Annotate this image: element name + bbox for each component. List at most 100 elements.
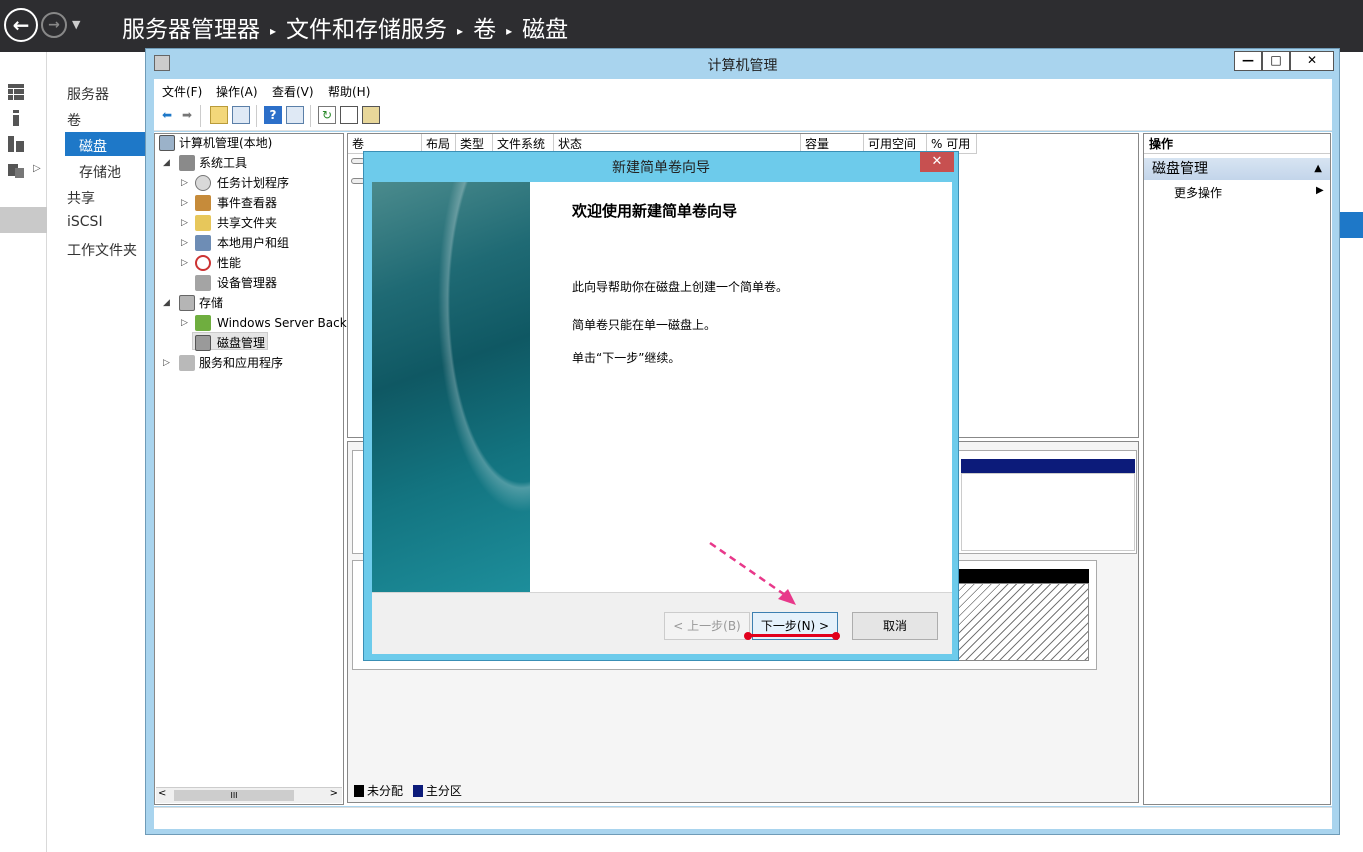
forward-icon[interactable]: ➡ bbox=[178, 106, 196, 124]
wizard-banner-image bbox=[372, 182, 530, 592]
sm-background-highlight bbox=[1338, 212, 1363, 238]
sm-icon-bar: ▷ bbox=[0, 52, 47, 852]
tree-label: 共享文件夹 bbox=[217, 216, 278, 230]
menu-bar: 文件(F) 操作(A) 查看(V) 帮助(H) bbox=[154, 79, 1332, 101]
breadcrumb-item[interactable]: 文件和存储服务 bbox=[286, 17, 447, 43]
nav-item-work-folders[interactable]: 工作文件夹 bbox=[67, 240, 137, 260]
event-log-icon bbox=[195, 195, 211, 211]
status-bar bbox=[154, 807, 1332, 829]
minimize-button[interactable]: — bbox=[1234, 51, 1262, 71]
wizard-close-button[interactable]: ✕ bbox=[920, 152, 954, 172]
annotation-dot bbox=[832, 632, 840, 640]
device-manager-icon bbox=[195, 275, 211, 291]
expand-arrow-icon[interactable]: ▷ bbox=[181, 174, 191, 192]
nav-item-servers[interactable]: 服务器 bbox=[67, 84, 109, 104]
up-folder-icon[interactable] bbox=[210, 106, 228, 124]
legend-unallocated: 未分配 bbox=[367, 784, 404, 798]
toolbar-separator bbox=[200, 105, 201, 127]
nav-item-storage-pools[interactable]: 存储池 bbox=[79, 162, 121, 182]
help-icon[interactable]: ? bbox=[264, 106, 282, 124]
tree-label: 任务计划程序 bbox=[217, 176, 290, 190]
cm-titlebar[interactable]: 计算机管理 — □ ✕ bbox=[146, 49, 1339, 77]
disk-legend: 未分配 主分区 bbox=[354, 782, 462, 799]
menu-view[interactable]: 查看(V) bbox=[272, 83, 314, 100]
nav-item-volumes[interactable]: 卷 bbox=[67, 110, 81, 130]
tree-label: 磁盘管理 bbox=[217, 336, 266, 350]
scroll-left-icon[interactable]: < bbox=[158, 788, 166, 799]
expand-arrow-icon[interactable]: ▷ bbox=[181, 254, 191, 272]
more-actions-label: 更多操作 bbox=[1174, 186, 1223, 200]
breadcrumb-item[interactable]: 磁盘 bbox=[522, 17, 568, 43]
wizard-title: 新建简单卷向导 bbox=[612, 160, 710, 176]
wizard-heading: 欢迎使用新建简单卷向导 bbox=[572, 202, 738, 220]
wizard-description: 此向导帮助你在磁盘上创建一个简单卷。 bbox=[572, 280, 789, 294]
properties-icon[interactable] bbox=[340, 106, 358, 124]
dashboard-icon[interactable] bbox=[8, 84, 24, 100]
sm-nav-pane: 服务器 卷 磁盘 存储池 共享 iSCSI 工作文件夹 bbox=[47, 52, 195, 852]
wizard-note: 简单卷只能在单一磁盘上。 bbox=[572, 318, 717, 332]
expand-arrow-icon[interactable]: ▷ bbox=[181, 234, 191, 252]
unallocated-swatch bbox=[354, 785, 364, 797]
show-hide-tree-icon[interactable] bbox=[232, 106, 250, 124]
all-servers-icon[interactable] bbox=[8, 136, 24, 152]
partition-block[interactable] bbox=[961, 473, 1135, 551]
expand-arrow-icon[interactable]: ▷ bbox=[181, 314, 191, 332]
expand-arrow-icon[interactable]: ▷ bbox=[163, 354, 173, 372]
settings-icon[interactable] bbox=[362, 106, 380, 124]
scroll-right-icon[interactable]: > bbox=[330, 788, 338, 799]
primary-swatch bbox=[412, 785, 423, 797]
refresh-icon[interactable]: ↻ bbox=[318, 106, 336, 124]
nav-item-iscsi[interactable]: iSCSI bbox=[67, 214, 103, 230]
collapse-arrow-icon[interactable]: ◢ bbox=[163, 154, 173, 172]
menu-help[interactable]: 帮助(H) bbox=[328, 83, 370, 100]
back-icon[interactable]: ⬅ bbox=[158, 106, 176, 124]
annotation-underline bbox=[748, 634, 838, 637]
tree-horizontal-scrollbar[interactable]: < III > bbox=[156, 787, 342, 803]
tree-label: 计算机管理(本地) bbox=[179, 136, 273, 150]
tree-label: Windows Server Back bbox=[217, 316, 347, 330]
tree-label: 系统工具 bbox=[199, 156, 248, 170]
shared-folder-icon bbox=[195, 215, 211, 231]
actions-section-disk-management[interactable]: 磁盘管理 ▲ bbox=[1144, 158, 1330, 180]
storage-icon bbox=[179, 295, 195, 311]
show-hide-action-pane-icon[interactable] bbox=[286, 106, 304, 124]
back-arrow-icon[interactable]: ← bbox=[4, 8, 38, 42]
breadcrumb-item[interactable]: 服务器管理器 bbox=[122, 17, 260, 43]
performance-icon bbox=[195, 255, 211, 271]
navigation-tree: 计算机管理(本地) ◢ 系统工具 ▷ 任务计划程序 ▷ 事件查看器 ▷ 共享文件 bbox=[154, 133, 347, 805]
more-actions-link[interactable]: 更多操作 bbox=[1174, 184, 1222, 201]
wizard-footer: < 上一步(B) 下一步(N) > 取消 bbox=[372, 592, 952, 654]
maximize-button[interactable]: □ bbox=[1262, 51, 1290, 71]
scrollbar-thumb[interactable]: III bbox=[174, 790, 294, 801]
tree-label: 存储 bbox=[199, 296, 224, 310]
users-icon bbox=[195, 235, 211, 251]
local-server-icon[interactable] bbox=[8, 110, 24, 126]
unallocated-block[interactable] bbox=[957, 583, 1089, 661]
expand-arrow-icon[interactable]: ▷ bbox=[181, 194, 191, 212]
nav-item-disks[interactable]: 磁盘 bbox=[79, 136, 107, 156]
toolbar-separator bbox=[256, 105, 257, 127]
breadcrumb-separator-icon: ▸ bbox=[506, 23, 513, 38]
computer-icon bbox=[159, 135, 175, 151]
tree-label: 本地用户和组 bbox=[217, 236, 290, 250]
forward-arrow-icon[interactable]: → bbox=[41, 12, 67, 38]
breadcrumb-item[interactable]: 卷 bbox=[473, 17, 496, 43]
toolbar: ⬅ ➡ ? ↻ bbox=[154, 101, 1332, 131]
expand-arrow-icon[interactable]: ▷ bbox=[181, 214, 191, 232]
file-storage-icon[interactable] bbox=[8, 162, 24, 178]
close-button[interactable]: ✕ bbox=[1290, 51, 1334, 71]
backup-icon bbox=[195, 315, 211, 331]
legend-primary: 主分区 bbox=[425, 784, 462, 798]
history-dropdown-icon[interactable]: ▼ bbox=[72, 18, 80, 31]
expand-arrow-icon[interactable]: ▷ bbox=[33, 163, 41, 174]
server-manager-header: ← → ▼ 服务器管理器 ▸ 文件和存储服务 ▸ 卷 ▸ 磁盘 bbox=[0, 0, 1363, 52]
menu-file[interactable]: 文件(F) bbox=[162, 83, 202, 100]
breadcrumb-separator-icon: ▸ bbox=[457, 23, 464, 38]
cancel-button[interactable]: 取消 bbox=[852, 612, 938, 640]
nav-item-shares[interactable]: 共享 bbox=[67, 188, 95, 208]
collapse-arrow-icon[interactable]: ◢ bbox=[163, 294, 173, 312]
menu-action[interactable]: 操作(A) bbox=[216, 83, 258, 100]
back-button[interactable]: < 上一步(B) bbox=[664, 612, 750, 640]
submenu-arrow-icon[interactable]: ▶ bbox=[1316, 185, 1324, 196]
collapse-icon[interactable]: ▲ bbox=[1314, 158, 1322, 180]
